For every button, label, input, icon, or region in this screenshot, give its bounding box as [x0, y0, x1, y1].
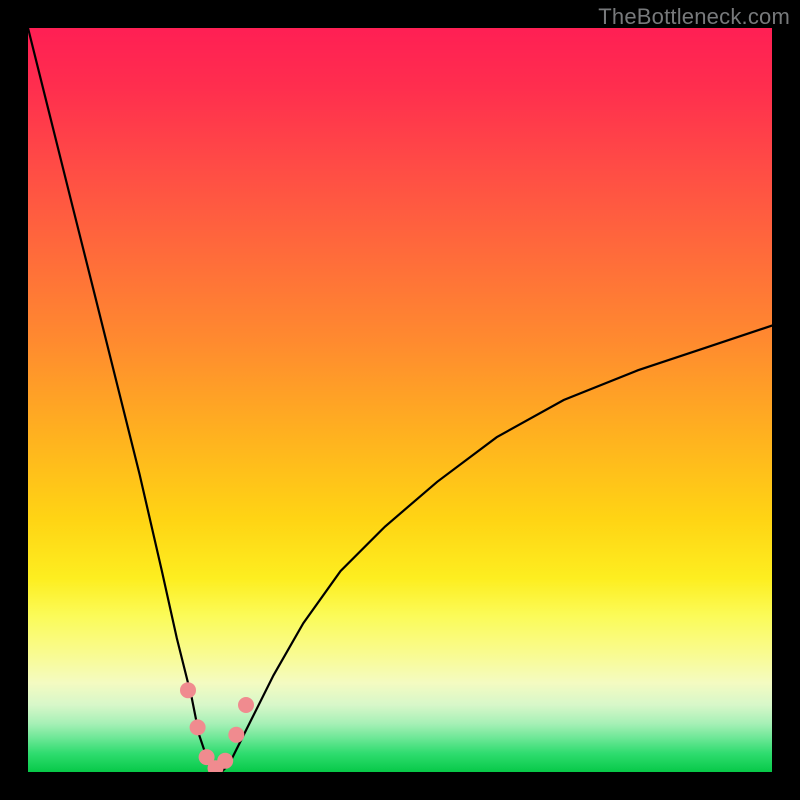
attribution-text: TheBottleneck.com — [598, 4, 790, 30]
plot-area — [28, 28, 772, 772]
near-optimal-marker — [238, 697, 254, 713]
near-optimal-marker — [180, 682, 196, 698]
near-optimal-marker — [228, 727, 244, 743]
bottleneck-curve — [28, 28, 772, 772]
chart-frame: TheBottleneck.com — [0, 0, 800, 800]
near-optimal-marker — [190, 719, 206, 735]
near-optimal-marker — [217, 753, 233, 769]
